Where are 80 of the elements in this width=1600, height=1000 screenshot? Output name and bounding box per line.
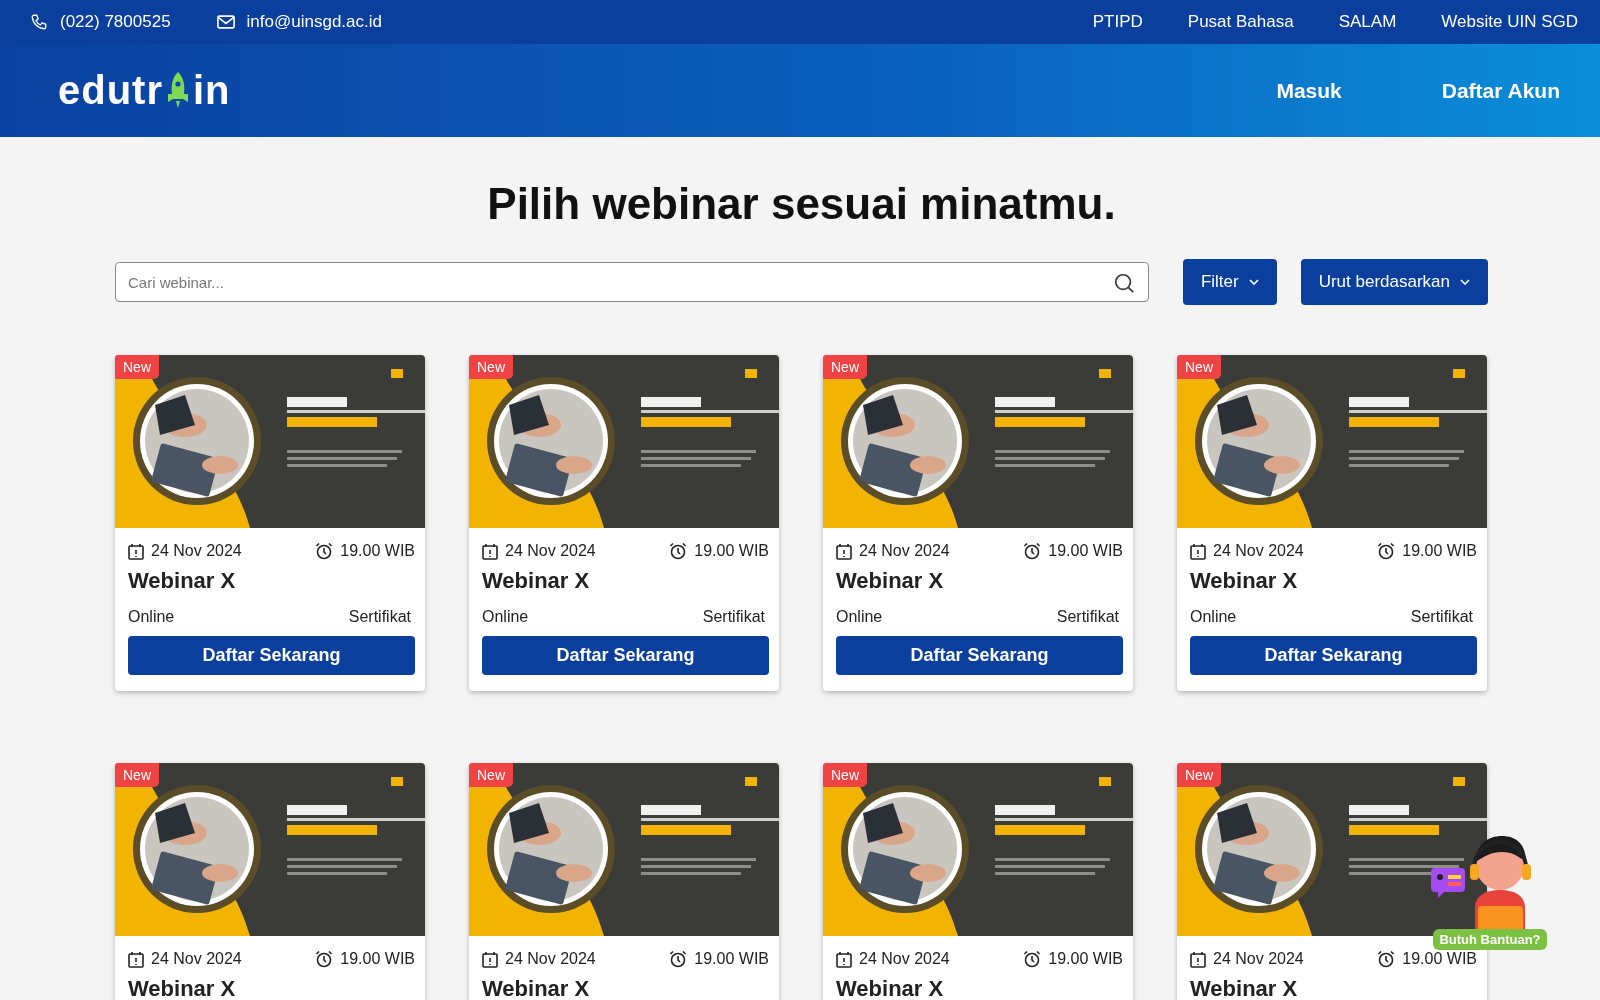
event-mode: Online bbox=[482, 608, 529, 626]
certificate-label: Sertifikat bbox=[1056, 608, 1119, 626]
webinar-title: Webinar X bbox=[128, 568, 237, 594]
register-button[interactable]: Daftar Sekarang bbox=[1190, 636, 1477, 675]
register-button[interactable]: Daftar Sekarang bbox=[128, 636, 415, 675]
event-date: 24 Nov 2024 bbox=[859, 542, 950, 560]
event-time: 19.00 WIB bbox=[1048, 950, 1123, 968]
event-date: 24 Nov 2024 bbox=[1213, 950, 1304, 968]
event-time: 19.00 WIB bbox=[340, 950, 415, 968]
calendar-icon bbox=[836, 542, 852, 560]
top-link[interactable]: Pusat Bahasa bbox=[1187, 12, 1294, 32]
event-date: 24 Nov 2024 bbox=[505, 950, 596, 968]
event-time: 19.00 WIB bbox=[1402, 950, 1477, 968]
alarm-clock-icon bbox=[1377, 950, 1396, 968]
nav-link[interactable]: Masuk bbox=[1276, 78, 1342, 103]
top-link[interactable]: Website UIN SGD bbox=[1441, 12, 1578, 32]
webinar-title: Webinar X bbox=[128, 976, 237, 1000]
new-badge: New bbox=[115, 355, 159, 379]
logo-text: edutr bbox=[58, 68, 163, 113]
event-time: 19.00 WIB bbox=[1048, 542, 1123, 560]
search-field[interactable]: Cari webinar... bbox=[115, 262, 1149, 302]
top-link[interactable]: PTIPD bbox=[1092, 12, 1143, 32]
webinar-title: Webinar X bbox=[1190, 568, 1299, 594]
calendar-icon bbox=[482, 542, 498, 560]
rocket-icon bbox=[165, 71, 191, 109]
top-link[interactable]: SALAM bbox=[1338, 12, 1397, 32]
chevron-down-icon bbox=[1460, 278, 1470, 286]
calendar-icon bbox=[1190, 950, 1206, 968]
new-badge: New bbox=[823, 355, 867, 379]
webinar-title: Webinar X bbox=[482, 976, 591, 1000]
webinar-title: Webinar X bbox=[1190, 976, 1299, 1000]
event-mode: Online bbox=[1190, 608, 1237, 626]
event-time: 19.00 WIB bbox=[694, 950, 769, 968]
certificate-label: Sertifikat bbox=[702, 608, 765, 626]
chevron-down-icon bbox=[1248, 278, 1259, 286]
new-badge: New bbox=[469, 355, 513, 379]
alarm-clock-icon bbox=[1023, 950, 1042, 968]
new-badge: New bbox=[823, 763, 867, 787]
event-time: 19.00 WIB bbox=[340, 542, 415, 560]
nav-link[interactable]: Daftar Akun bbox=[1441, 78, 1560, 103]
calendar-icon bbox=[128, 950, 144, 968]
certificate-label: Sertifikat bbox=[1410, 608, 1473, 626]
webinar-title: Webinar X bbox=[836, 976, 945, 1000]
event-date: 24 Nov 2024 bbox=[1213, 542, 1304, 560]
phone-icon bbox=[30, 13, 48, 31]
event-date: 24 Nov 2024 bbox=[505, 542, 596, 560]
filter-button[interactable]: Filter bbox=[1182, 259, 1277, 305]
alarm-clock-icon bbox=[669, 542, 688, 560]
webinar-title: Webinar X bbox=[482, 568, 591, 594]
event-mode: Online bbox=[836, 608, 883, 626]
search-icon bbox=[1112, 272, 1135, 294]
new-badge: New bbox=[1177, 355, 1221, 379]
sort-button[interactable]: Urut berdasarkan bbox=[1300, 259, 1488, 305]
event-date: 24 Nov 2024 bbox=[151, 950, 242, 968]
register-button[interactable]: Daftar Sekarang bbox=[482, 636, 769, 675]
alarm-clock-icon bbox=[1377, 542, 1396, 560]
event-time: 19.00 WIB bbox=[1402, 542, 1477, 560]
register-button[interactable]: Daftar Sekarang bbox=[836, 636, 1123, 675]
alarm-clock-icon bbox=[1023, 542, 1042, 560]
new-badge: New bbox=[115, 763, 159, 787]
alarm-clock-icon bbox=[315, 542, 334, 560]
mail-icon bbox=[216, 15, 235, 29]
event-date: 24 Nov 2024 bbox=[859, 950, 950, 968]
certificate-label: Sertifikat bbox=[348, 608, 411, 626]
calendar-icon bbox=[1190, 542, 1206, 560]
page-heading: Pilih webinar sesuai minatmu. bbox=[486, 179, 1117, 229]
calendar-icon bbox=[482, 950, 498, 968]
event-time: 19.00 WIB bbox=[694, 542, 769, 560]
webinar-title: Webinar X bbox=[836, 568, 945, 594]
logo-text: in bbox=[193, 68, 231, 113]
new-badge: New bbox=[469, 763, 513, 787]
calendar-icon bbox=[836, 950, 852, 968]
new-badge: New bbox=[1177, 763, 1221, 787]
event-date: 24 Nov 2024 bbox=[151, 542, 242, 560]
alarm-clock-icon bbox=[669, 950, 688, 968]
email-address: info@uinsgd.ac.id bbox=[246, 12, 382, 32]
phone-number: (022) 7800525 bbox=[60, 12, 171, 32]
event-mode: Online bbox=[128, 608, 175, 626]
alarm-clock-icon bbox=[315, 950, 334, 968]
calendar-icon bbox=[128, 542, 144, 560]
